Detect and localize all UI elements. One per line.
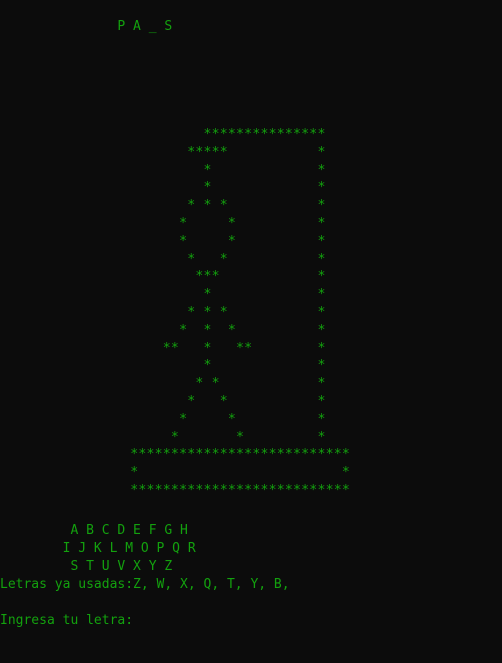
console-window: P A _ S *************** ***** * * * * * … (0, 0, 502, 663)
alphabet-row-2: I J K L M O P Q R (0, 541, 196, 556)
word-display: P A _ S (0, 19, 173, 34)
alphabet-row-1: A B C D E F G H (0, 523, 188, 538)
alphabet-row-3: S T U V X Y Z (0, 559, 173, 574)
input-prompt[interactable]: Ingresa tu letra: (0, 612, 133, 630)
hangman-ascii-art: *************** ***** * * * * * * * * * (0, 127, 351, 498)
used-letters-line: Letras ya usadas:Z, W, X, Q, T, Y, B, (0, 577, 290, 592)
